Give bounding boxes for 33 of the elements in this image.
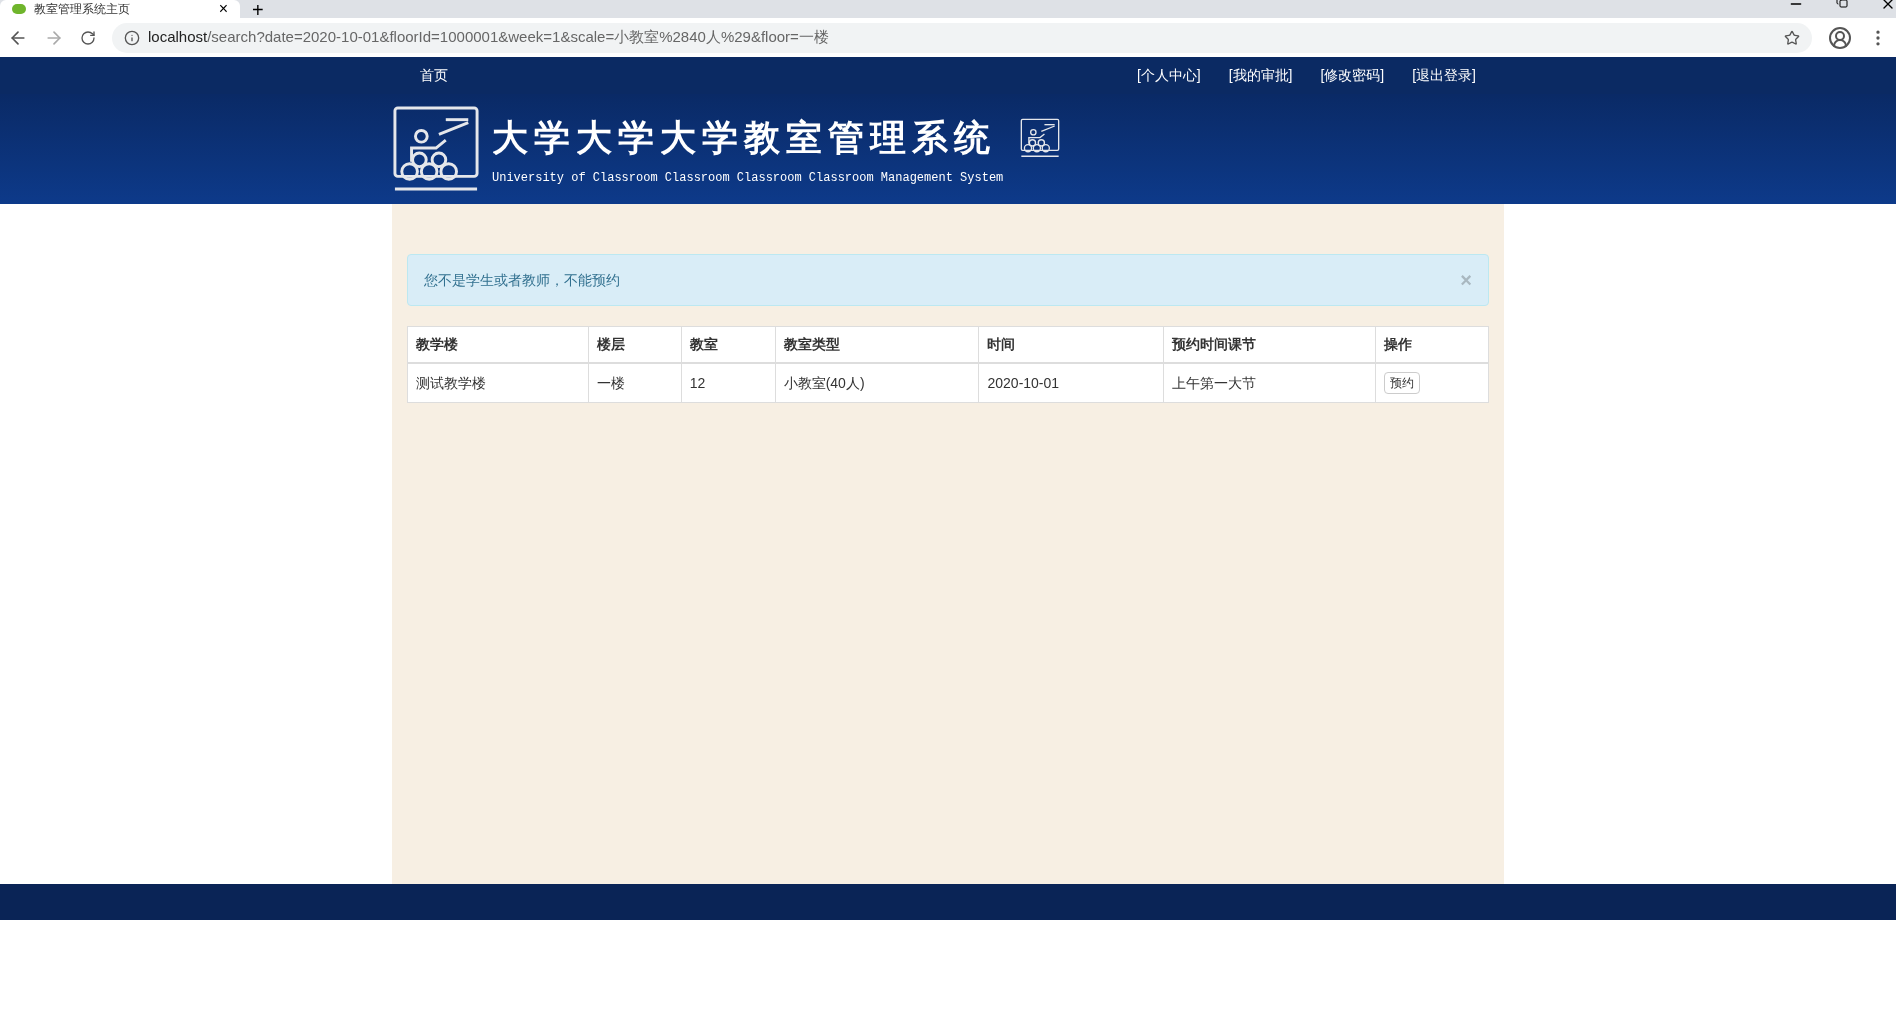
column-header: 时间 [979, 327, 1165, 362]
new-tab-button[interactable]: + [252, 0, 264, 18]
alert-text: 您不是学生或者教师，不能预约 [424, 270, 621, 290]
table-cell: 上午第一大节 [1164, 364, 1377, 402]
column-header: 预约时间课节 [1164, 327, 1377, 362]
column-header: 教室 [681, 327, 776, 362]
home-link[interactable]: 首页 [420, 65, 448, 86]
table-cell: 测试教学楼 [408, 364, 589, 402]
nav-link[interactable]: [退出登录] [1412, 65, 1476, 86]
reserve-button[interactable]: 预约 [1384, 372, 1421, 394]
classroom-logo-icon [392, 105, 480, 193]
site-subtitle: University of Classroom Classroom Classroom Classroom Management System [492, 170, 1005, 187]
browser-tab[interactable]: 教室管理系统主页 × [0, 0, 240, 18]
classroom-logo-icon [1020, 118, 1060, 158]
column-header: 楼层 [588, 327, 682, 362]
tab-close-button[interactable]: × [218, 1, 228, 17]
nav-link[interactable]: [个人中心] [1136, 65, 1201, 86]
column-header: 教学楼 [408, 327, 589, 362]
info-icon [124, 29, 140, 46]
table-cell: 2020-10-01 [979, 364, 1165, 402]
table-cell: 小教室(40人) [775, 364, 980, 402]
column-header: 教室类型 [775, 327, 980, 362]
tab-title: 教室管理系统主页 [34, 3, 131, 15]
profile-icon[interactable] [1828, 25, 1852, 50]
table-cell: 一楼 [588, 364, 682, 402]
url-field[interactable]: localhost/search?date=2020-10-01&floorId=1000001&week=1&scale=小教室%2840人%29&floor=一楼 [112, 22, 1812, 53]
nav-link[interactable]: [我的审批] [1228, 65, 1293, 86]
site-title: 大学大学大学教室管理系统 [492, 116, 996, 160]
column-header: 操作 [1383, 335, 1414, 354]
nav-link[interactable]: [修改密码] [1320, 65, 1385, 86]
bookmark-star-icon[interactable] [1784, 29, 1800, 46]
table-cell: 12 [681, 364, 776, 402]
reload-icon[interactable] [80, 29, 96, 46]
